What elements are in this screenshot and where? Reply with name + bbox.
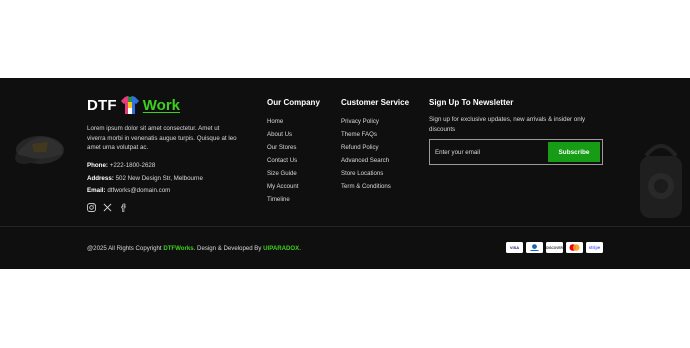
cap-image	[15, 136, 64, 164]
email-label: Email:	[87, 187, 106, 194]
company-heading: Our Company	[267, 98, 320, 107]
about-text: Lorem ipsum dolor sit amet consectetur. …	[87, 125, 237, 151]
copyright-middle: . Design & Developed By	[193, 245, 264, 252]
footer-link-contact-us[interactable]: Contact Us	[267, 154, 320, 167]
address-label: Address:	[87, 174, 114, 182]
footer-link-home[interactable]: Home	[267, 115, 320, 128]
footer-link-our-stores[interactable]: Our Stores	[267, 141, 320, 154]
logo-text-work: Work	[142, 96, 180, 114]
facebook-icon[interactable]	[119, 199, 128, 212]
footer-link-my-account[interactable]: My Account	[267, 180, 320, 193]
footer-brand[interactable]: DTF Work	[87, 94, 180, 116]
tshirt-logo-icon	[120, 96, 139, 114]
newsletter-heading: Sign Up To Newsletter	[429, 98, 514, 107]
payment-methods: VISA DISCOVER stripe	[506, 242, 603, 253]
paypal-icon	[526, 242, 543, 253]
logo[interactable]: DTF Work	[87, 94, 180, 116]
subscribe-button[interactable]: Subscribe	[548, 142, 600, 162]
service-heading: Customer Service	[341, 98, 410, 107]
phone-label: Phone:	[87, 162, 108, 169]
copyright-suffix: .	[299, 245, 301, 252]
footer-link-theme-faqs[interactable]: Theme FAQs	[341, 128, 409, 141]
footer-link-refund-policy[interactable]: Refund Policy	[341, 141, 409, 154]
discover-icon: DISCOVER	[546, 242, 563, 253]
email-input[interactable]	[432, 148, 548, 156]
phone-value[interactable]: +222-1800-2628	[110, 162, 156, 169]
social-links	[87, 199, 128, 212]
copyright: @2025 All Rights Copyright DTFWorks. Des…	[87, 245, 301, 252]
company-links-column: Our Company Home About Us Our Stores Con…	[267, 98, 320, 206]
copyright-prefix: @2025 All Rights Copyright	[87, 245, 164, 252]
visa-icon: VISA	[506, 242, 523, 253]
newsletter: Sign Up To Newsletter Sign up for exclus…	[429, 98, 604, 165]
footer-link-size-guide[interactable]: Size Guide	[267, 167, 320, 180]
copyright-brand-link[interactable]: DTFWorks	[163, 245, 193, 252]
developer-link[interactable]: UIPARADOX	[263, 245, 299, 252]
email-value[interactable]: dtfworks@domain.com	[107, 187, 170, 194]
footer-link-advanced-search[interactable]: Advanced Search	[341, 154, 409, 167]
footer-link-store-locations[interactable]: Store Locations	[341, 167, 409, 180]
footer-link-timeline[interactable]: Timeline	[267, 193, 320, 206]
service-links-column: Customer Service Privacy Policy Theme FA…	[341, 98, 409, 193]
bag-image	[640, 144, 682, 218]
newsletter-form: Subscribe	[429, 139, 603, 165]
contact-info: Phone: +222-1800-2628 Address: 502 New D…	[87, 160, 203, 198]
site-footer: DTF Work Lorem ipsum dolor sit amet cons…	[0, 78, 690, 269]
address-line: Address: 502 New Design Str, Melbourne	[87, 173, 203, 186]
x-icon[interactable]	[103, 199, 112, 212]
footer-link-privacy-policy[interactable]: Privacy Policy	[341, 115, 409, 128]
footer-link-terms[interactable]: Term & Conditions	[341, 180, 409, 193]
instagram-icon[interactable]	[87, 199, 96, 212]
stripe-icon: stripe	[586, 242, 603, 253]
footer-divider	[0, 226, 690, 227]
mastercard-icon	[566, 242, 583, 253]
phone-line: Phone: +222-1800-2628	[87, 160, 203, 173]
address-value: 502 New Design Str, Melbourne	[115, 174, 203, 182]
newsletter-description: Sign up for exclusive updates, new arriv…	[429, 116, 586, 133]
footer-link-about-us[interactable]: About Us	[267, 128, 320, 141]
logo-text-dtf: DTF	[87, 96, 117, 114]
email-line: Email: dtfworks@domain.com	[87, 185, 203, 198]
